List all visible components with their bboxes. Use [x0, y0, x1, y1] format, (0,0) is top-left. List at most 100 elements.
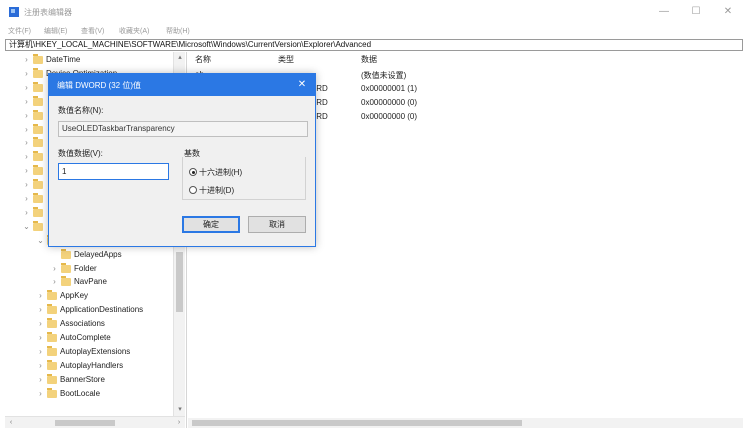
tree-item-label: AutoplayExtensions: [60, 346, 131, 356]
value-data: (数值未设置): [361, 71, 407, 80]
value-data-input[interactable]: 1: [58, 163, 169, 180]
collapsed-chevron-icon[interactable]: ›: [22, 178, 31, 191]
scroll-thumb[interactable]: [55, 420, 115, 426]
collapsed-chevron-icon[interactable]: ›: [22, 164, 31, 177]
collapsed-chevron-icon[interactable]: ›: [22, 206, 31, 219]
collapsed-chevron-icon[interactable]: ›: [22, 136, 31, 149]
cancel-button[interactable]: 取消: [248, 216, 306, 233]
tree-item[interactable]: › Folder: [50, 262, 186, 275]
value-name-field: UseOLEDTaskbarTransparency: [58, 121, 308, 137]
value-data: 0x00000000 (0): [361, 112, 418, 121]
folder-icon: [47, 387, 57, 398]
menu-edit[interactable]: 编辑(E): [44, 26, 67, 36]
folder-icon: [33, 193, 43, 203]
menu-favorites[interactable]: 收藏夹(A): [119, 26, 149, 36]
address-bar[interactable]: 计算机\HKEY_LOCAL_MACHINE\SOFTWARE\Microsof…: [5, 39, 743, 51]
scroll-thumb[interactable]: [176, 252, 183, 312]
minimize-button[interactable]: —: [652, 3, 676, 21]
tree-horizontal-scrollbar[interactable]: ‹ ›: [5, 416, 185, 428]
collapsed-chevron-icon[interactable]: ›: [36, 387, 45, 400]
folder-icon: [33, 206, 43, 217]
scroll-up-arrow-icon[interactable]: ▴: [174, 52, 186, 64]
column-name[interactable]: 名称: [195, 54, 211, 65]
folder-icon: [61, 248, 71, 259]
menu-view[interactable]: 查看(V): [81, 26, 104, 36]
folder-icon: [47, 345, 57, 356]
column-data[interactable]: 数据: [361, 54, 377, 65]
collapsed-chevron-icon[interactable]: ›: [22, 123, 31, 136]
menu-bar: 文件(F) 编辑(E) 查看(V) 收藏夹(A) 帮助(H): [0, 24, 748, 38]
collapsed-chevron-icon[interactable]: ›: [22, 109, 31, 122]
folder-icon: [33, 123, 43, 134]
radio-checked-icon[interactable]: [189, 168, 197, 176]
dialog-title: 编辑 DWORD (32 位)值: [57, 81, 141, 90]
value-name-label: 数值名称(N):: [58, 106, 104, 115]
scroll-left-arrow-icon[interactable]: ‹: [5, 417, 17, 429]
folder-icon: [33, 179, 43, 190]
maximize-button[interactable]: ☐: [684, 3, 708, 21]
radio-unchecked-icon[interactable]: [189, 186, 197, 194]
ok-button[interactable]: 确定: [182, 216, 240, 233]
dialog-close-icon[interactable]: ✕: [295, 78, 309, 92]
tree-item[interactable]: › AppKey: [36, 289, 186, 302]
folder-icon: [47, 290, 57, 301]
radio-decimal[interactable]: 十进制(D): [189, 185, 234, 196]
collapsed-chevron-icon[interactable]: ›: [50, 275, 59, 288]
tree-item-label: AutoComplete: [60, 333, 111, 342]
collapsed-chevron-icon[interactable]: ›: [22, 192, 31, 205]
collapsed-chevron-icon[interactable]: ›: [36, 373, 45, 386]
collapsed-chevron-icon[interactable]: ›: [22, 150, 31, 163]
collapsed-chevron-icon[interactable]: ›: [36, 331, 45, 344]
folder-icon: [47, 359, 57, 370]
collapsed-chevron-icon[interactable]: ›: [50, 262, 59, 275]
folder-icon: [61, 262, 71, 273]
tree-item-label: NavPane: [74, 277, 107, 287]
tree-item[interactable]: › AutoplayExtensions: [36, 345, 186, 358]
tree-item[interactable]: › BootLocale: [36, 387, 186, 400]
folder-icon: [47, 373, 57, 384]
collapsed-chevron-icon[interactable]: ›: [22, 95, 31, 108]
menu-file[interactable]: 文件(F): [8, 26, 31, 36]
list-horizontal-scrollbar[interactable]: [188, 418, 743, 428]
collapsed-chevron-icon[interactable]: ›: [22, 81, 31, 94]
collapsed-chevron-icon[interactable]: ›: [22, 67, 31, 80]
scroll-right-arrow-icon[interactable]: ›: [173, 417, 185, 429]
collapsed-chevron-icon[interactable]: ›: [22, 53, 31, 66]
tree-item[interactable]: › NavPane: [50, 275, 186, 288]
radio-dec-label: 十进制(D): [199, 186, 235, 195]
dialog-title-bar: 编辑 DWORD (32 位)值 ✕: [49, 74, 315, 96]
collapsed-chevron-icon[interactable]: ›: [36, 345, 45, 358]
tree-item[interactable]: › Associations: [36, 317, 186, 330]
tree-item-label: BootLocale: [60, 388, 101, 398]
tree-item[interactable]: DelayedApps: [50, 248, 186, 261]
folder-icon: [61, 276, 71, 287]
folder-icon: [47, 318, 57, 329]
tree-item-label: ApplicationDestinations: [60, 305, 144, 315]
tree-item[interactable]: › DateTime: [22, 53, 182, 66]
tree-item[interactable]: › AutoComplete: [36, 331, 186, 344]
menu-help[interactable]: 帮助(H): [166, 26, 190, 36]
collapsed-chevron-icon[interactable]: ›: [36, 359, 45, 372]
collapsed-chevron-icon[interactable]: ›: [36, 289, 45, 302]
folder-icon: [33, 151, 43, 162]
folder-icon: [33, 165, 43, 176]
radio-hexadecimal[interactable]: 十六进制(H): [189, 167, 242, 178]
tree-item[interactable]: › BannerStore: [36, 373, 186, 386]
close-button[interactable]: ✕: [716, 3, 740, 21]
tree-item[interactable]: › AutoplayHandlers: [36, 359, 186, 372]
scroll-down-arrow-icon[interactable]: ▾: [174, 404, 186, 416]
folder-icon: [33, 67, 43, 78]
title-bar: 注册表编辑器 — ☐ ✕: [0, 0, 748, 24]
collapsed-chevron-icon[interactable]: ›: [36, 317, 45, 330]
tree-item[interactable]: › ApplicationDestinations: [36, 303, 186, 316]
folder-icon: [33, 81, 43, 92]
expanded-chevron-icon[interactable]: ⌄: [36, 234, 45, 247]
folder-icon: [33, 95, 43, 106]
scroll-thumb[interactable]: [192, 420, 522, 426]
edit-dword-dialog: 编辑 DWORD (32 位)值 ✕ 数值名称(N): UseOLEDTaskb…: [48, 73, 316, 247]
list-header: 名称 类型 数据: [188, 52, 743, 66]
column-type[interactable]: 类型: [278, 54, 294, 65]
expanded-chevron-icon[interactable]: ⌄: [22, 220, 31, 233]
regedit-app-icon: [9, 7, 19, 17]
collapsed-chevron-icon[interactable]: ›: [36, 303, 45, 316]
